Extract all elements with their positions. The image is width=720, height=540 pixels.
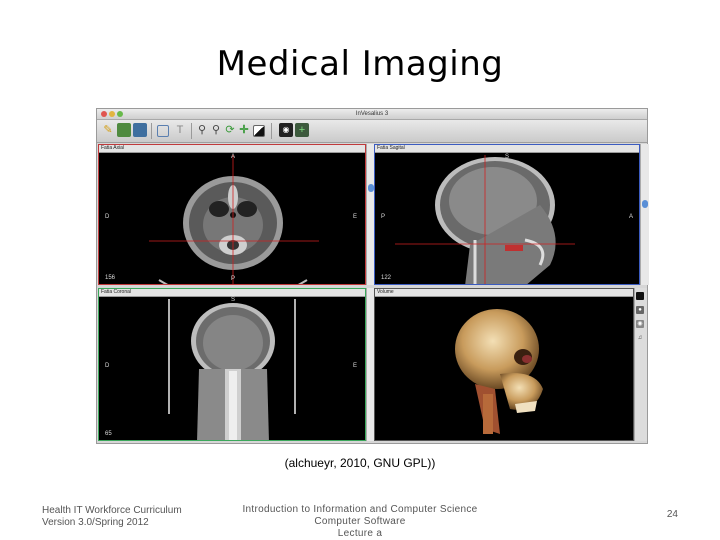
zoom-in-icon[interactable]: ⚲ — [195, 123, 209, 137]
zoom-out-icon[interactable]: ⚲ — [209, 123, 223, 137]
volume-view-icon[interactable]: ● — [636, 306, 644, 314]
axial-orient-right: E — [353, 214, 358, 220]
rotate-icon[interactable]: ⟳ — [223, 123, 237, 137]
footer-topic: Computer Software — [314, 516, 406, 527]
toolbar-separator — [191, 123, 192, 139]
footer-lecture: Lecture a — [337, 528, 383, 539]
volume-viewport[interactable]: Volume — [374, 288, 634, 441]
window-title: InVesalius 3 — [355, 111, 389, 117]
toolbar-separator — [151, 123, 152, 139]
volume-camera-icon[interactable]: ◉ — [636, 320, 644, 328]
axial-orient-bottom: P — [231, 276, 236, 282]
footer-curriculum: Health IT Workforce Curriculum — [42, 505, 182, 516]
footer-version: Version 3.0/Spring 2012 — [42, 517, 149, 528]
text-icon[interactable]: T — [173, 123, 187, 137]
footer-left: Health IT Workforce Curriculum Version 3… — [42, 505, 182, 529]
page-number: 24 — [666, 509, 678, 520]
volume-tool-panel: ● ◉ ♫ — [634, 288, 647, 441]
coronal-viewport[interactable]: Fatia Coronal S D E 65 — [98, 288, 366, 441]
sagittal-ct-image — [395, 155, 575, 284]
sagittal-viewport[interactable]: Fatia Sagital S P A 122 — [374, 144, 640, 285]
coronal-ct-image — [168, 299, 296, 440]
camera-icon[interactable]: ◉ — [279, 123, 293, 137]
footer-course: Introduction to Information and Computer… — [242, 504, 478, 515]
axial-orient-left: D — [105, 214, 110, 220]
color-icon[interactable] — [117, 123, 131, 137]
pointer-icon[interactable]: ✎ — [101, 123, 115, 137]
app-window: InVesalius 3 ✎ T ⚲ ⚲ ⟳ ✛ ◉ + Fatia Axial — [96, 108, 649, 444]
pan-icon[interactable]: ✛ — [237, 123, 251, 137]
coronal-orient-top: S — [231, 297, 236, 303]
coronal-slice-number: 65 — [105, 431, 112, 437]
maximize-window-icon[interactable] — [117, 111, 123, 117]
toolbar-separator — [271, 123, 272, 139]
coronal-orient-right: E — [353, 363, 358, 369]
contrast-icon[interactable] — [253, 125, 265, 137]
footer-center: Introduction to Information and Computer… — [200, 504, 520, 540]
slide-title: Medical Imaging — [216, 44, 504, 84]
volume-3d-render — [455, 309, 543, 434]
axial-viewport[interactable]: Fatia Axial A P D E 156 — [98, 144, 366, 285]
minimize-window-icon[interactable] — [109, 111, 115, 117]
window-titlebar: InVesalius 3 — [97, 109, 647, 120]
crosshair-icon[interactable]: + — [295, 123, 309, 137]
sagittal-orient-top: S — [505, 154, 510, 160]
coronal-orient-left: D — [105, 363, 110, 369]
axial-slice-number: 156 — [105, 275, 116, 281]
sagittal-scroll-knob[interactable] — [642, 200, 648, 208]
volume-tool-icon[interactable]: ♫ — [636, 334, 644, 342]
image-caption: (alchueyr, 2010, GNU GPL)) — [284, 456, 436, 470]
layout-icon[interactable] — [133, 123, 147, 137]
window-icon[interactable] — [157, 125, 169, 137]
sagittal-scrollbar[interactable] — [640, 144, 649, 285]
sagittal-orient-right: A — [629, 214, 634, 220]
axial-ct-image — [149, 155, 319, 284]
axial-orient-top: A — [231, 154, 236, 160]
volume-bg-icon[interactable] — [636, 292, 644, 300]
sagittal-slice-number: 122 — [381, 275, 392, 281]
close-window-icon[interactable] — [101, 111, 107, 117]
sagittal-orient-left: P — [381, 214, 386, 220]
toolbar: ✎ T ⚲ ⚲ ⟳ ✛ ◉ + — [97, 120, 647, 143]
